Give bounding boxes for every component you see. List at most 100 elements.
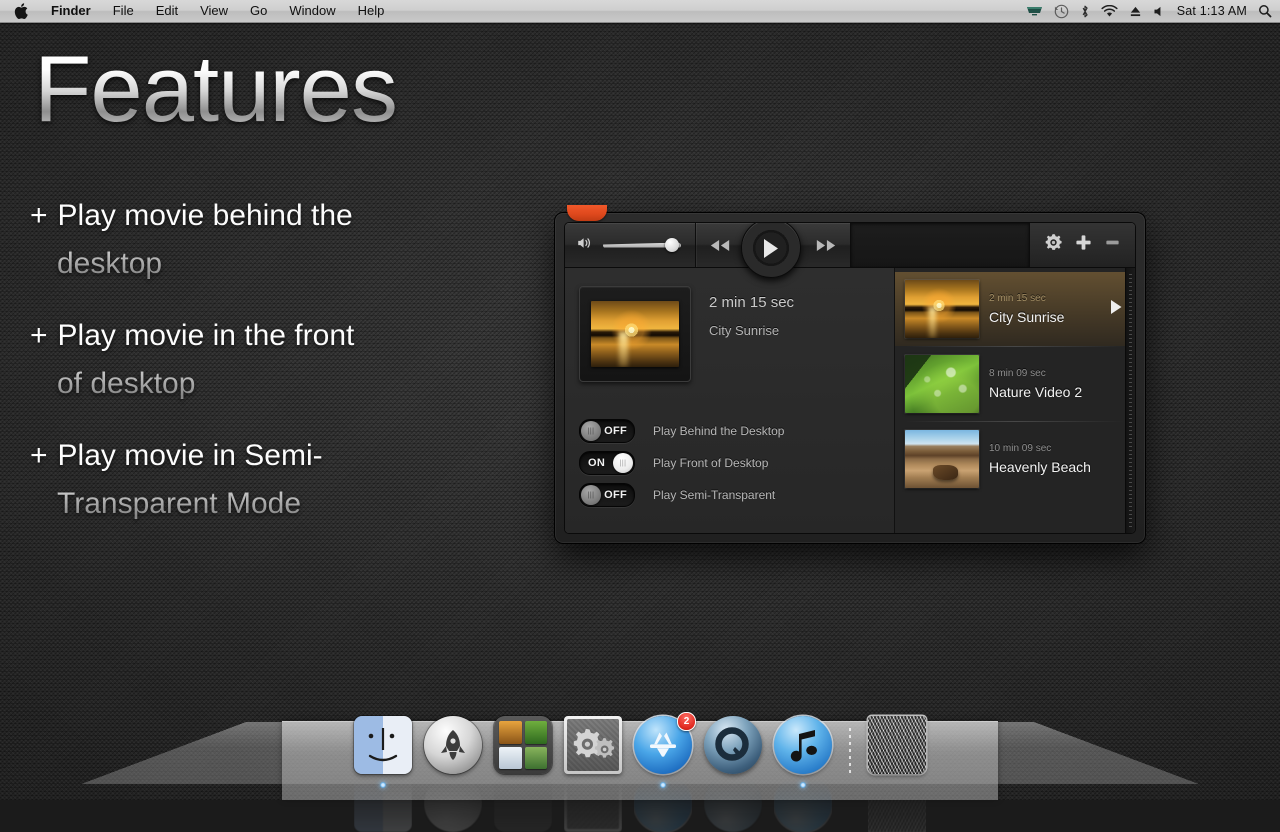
window-tab-handle[interactable]	[567, 205, 607, 221]
now-playing-info: 2 min 15 sec City Sunrise	[709, 286, 794, 382]
player-toolbar	[565, 223, 1135, 278]
running-indicator-dot	[380, 782, 386, 788]
play-triangle-icon[interactable]	[1109, 299, 1125, 320]
volume-slider-knob[interactable]	[665, 238, 679, 252]
feature-line-2: Transparent Mode	[57, 487, 302, 520]
menu-item-file[interactable]: File	[102, 0, 145, 22]
dock: 2	[0, 708, 1280, 832]
sunrise-thumbnail	[905, 280, 979, 338]
playlist-item[interactable]: 2 min 15 sec City Sunrise	[895, 272, 1135, 346]
dock-item-mission-control[interactable]	[494, 716, 552, 832]
feature-line-2: desktop	[57, 247, 163, 280]
app-store-badge: 2	[677, 712, 696, 731]
feature-bullet: +	[30, 319, 48, 352]
playlist-item[interactable]: 10 min 09 sec Heavenly Beach	[895, 422, 1135, 496]
media-player-window[interactable]: 2 min 15 sec City Sunrise OFF ||| Play B…	[554, 205, 1146, 544]
menu-item-go[interactable]: Go	[239, 0, 278, 22]
menu-bar-left: Finder File Edit View Go Window Help	[0, 0, 395, 22]
quicktime-icon	[704, 716, 762, 774]
toggle-label: Play Semi-Transparent	[653, 488, 776, 502]
dock-item-trash[interactable]	[868, 716, 926, 832]
playlist-item-duration: 2 min 15 sec	[989, 293, 1046, 304]
mission-control-icon	[494, 716, 552, 774]
toggle-row-play-front-of-desktop: ON ||| Play Front of Desktop	[579, 449, 784, 477]
toggle-state-label: OFF	[604, 425, 627, 437]
toggle-play-behind-desktop[interactable]: OFF |||	[579, 419, 635, 443]
toggle-knob[interactable]: |||	[581, 485, 601, 505]
playback-mode-toggles: OFF ||| Play Behind the Desktop ON ||| P…	[579, 417, 784, 513]
now-playing-title: City Sunrise	[709, 323, 780, 338]
finder-icon	[354, 716, 412, 774]
apple-logo-icon[interactable]	[8, 3, 40, 19]
page-title: Features	[34, 36, 398, 141]
now-playing-section: 2 min 15 sec City Sunrise	[565, 268, 894, 382]
menu-item-edit[interactable]: Edit	[145, 0, 189, 22]
playlist-item-meta: 2 min 15 sec City Sunrise	[989, 293, 1099, 325]
toolbar-display-area	[851, 223, 1029, 267]
dock-separator	[844, 722, 856, 774]
dock-item-quicktime-player[interactable]	[704, 716, 762, 832]
plus-icon[interactable]	[1075, 234, 1092, 256]
playlist-pane: 2 min 15 sec City Sunrise 8 min 09 sec N…	[895, 268, 1135, 533]
feature-item-1: + Play movie behind the desktop	[30, 192, 530, 288]
toggle-play-semi-transparent[interactable]: OFF |||	[579, 483, 635, 507]
toggle-label: Play Front of Desktop	[653, 456, 769, 470]
dock-items: 2	[354, 712, 926, 832]
feature-bullet: +	[30, 439, 48, 472]
playlist-item-meta: 10 min 09 sec Heavenly Beach	[989, 443, 1099, 475]
spotlight-search-icon[interactable]	[1258, 0, 1272, 22]
fast-forward-button[interactable]	[802, 223, 850, 267]
feature-line-2: of desktop	[57, 367, 196, 400]
playlist-item-title: Nature Video 2	[989, 384, 1083, 400]
player-inner-frame: 2 min 15 sec City Sunrise OFF ||| Play B…	[564, 222, 1136, 534]
volume-slider[interactable]	[603, 238, 681, 252]
volume-icon[interactable]	[1153, 0, 1166, 22]
menu-bar: Finder File Edit View Go Window Help Sat…	[0, 0, 1280, 23]
launchpad-rocket-icon	[424, 716, 482, 774]
menu-item-window[interactable]: Window	[278, 0, 346, 22]
toggle-play-front-of-desktop[interactable]: ON |||	[579, 451, 635, 475]
toggle-knob[interactable]: |||	[613, 453, 633, 473]
menu-item-finder[interactable]: Finder	[40, 0, 102, 22]
volume-speaker-icon[interactable]	[577, 236, 594, 255]
minus-icon[interactable]	[1104, 234, 1121, 256]
feature-item-2: + Play movie in the front of desktop	[30, 312, 530, 408]
feature-line-1: Play movie behind the	[57, 199, 353, 232]
playlist-item-title: City Sunrise	[989, 309, 1065, 325]
toggle-knob[interactable]: |||	[581, 421, 601, 441]
player-body: 2 min 15 sec City Sunrise OFF ||| Play B…	[565, 268, 1135, 533]
toolbar-right-tools	[1030, 223, 1135, 267]
menu-item-help[interactable]: Help	[347, 0, 396, 22]
screen-sharing-icon[interactable]	[1026, 0, 1043, 22]
trash-icon	[868, 716, 926, 774]
feature-bullet: +	[30, 199, 48, 232]
playlist-item[interactable]: 8 min 09 sec Nature Video 2	[895, 347, 1135, 421]
dock-item-system-preferences[interactable]	[564, 716, 622, 832]
playlist-scrollbar[interactable]	[1125, 268, 1135, 533]
eject-icon[interactable]	[1129, 0, 1142, 22]
menu-item-view[interactable]: View	[189, 0, 239, 22]
dock-item-launchpad[interactable]	[424, 716, 482, 832]
running-indicator-dot	[660, 782, 666, 788]
feature-item-3: + Play movie in Semi- Transparent Mode	[30, 432, 530, 528]
wifi-icon[interactable]	[1101, 0, 1118, 22]
feature-line-1: Play movie in the front	[57, 319, 355, 352]
playlist-item-duration: 10 min 09 sec	[989, 443, 1052, 454]
beach-thumbnail	[905, 430, 979, 488]
playlist-item-title: Heavenly Beach	[989, 459, 1091, 475]
toggle-row-play-behind-desktop: OFF ||| Play Behind the Desktop	[579, 417, 784, 445]
leaf-thumbnail	[905, 355, 979, 413]
feature-list: + Play movie behind the desktop + Play mov…	[30, 192, 530, 552]
menu-bar-clock[interactable]: Sat 1:13 AM	[1177, 4, 1247, 18]
time-machine-icon[interactable]	[1054, 0, 1069, 22]
bluetooth-icon[interactable]	[1080, 0, 1090, 22]
player-left-pane: 2 min 15 sec City Sunrise OFF ||| Play B…	[565, 268, 894, 533]
toggle-label: Play Behind the Desktop	[653, 424, 785, 438]
rewind-button[interactable]	[696, 223, 744, 267]
now-playing-artwork-frame	[579, 286, 691, 382]
dock-item-itunes[interactable]	[774, 716, 832, 832]
gear-icon[interactable]	[1044, 233, 1063, 257]
dock-item-finder[interactable]	[354, 716, 412, 832]
feature-line-1: Play movie in Semi-	[57, 439, 323, 472]
dock-item-app-store[interactable]: 2	[634, 712, 696, 832]
